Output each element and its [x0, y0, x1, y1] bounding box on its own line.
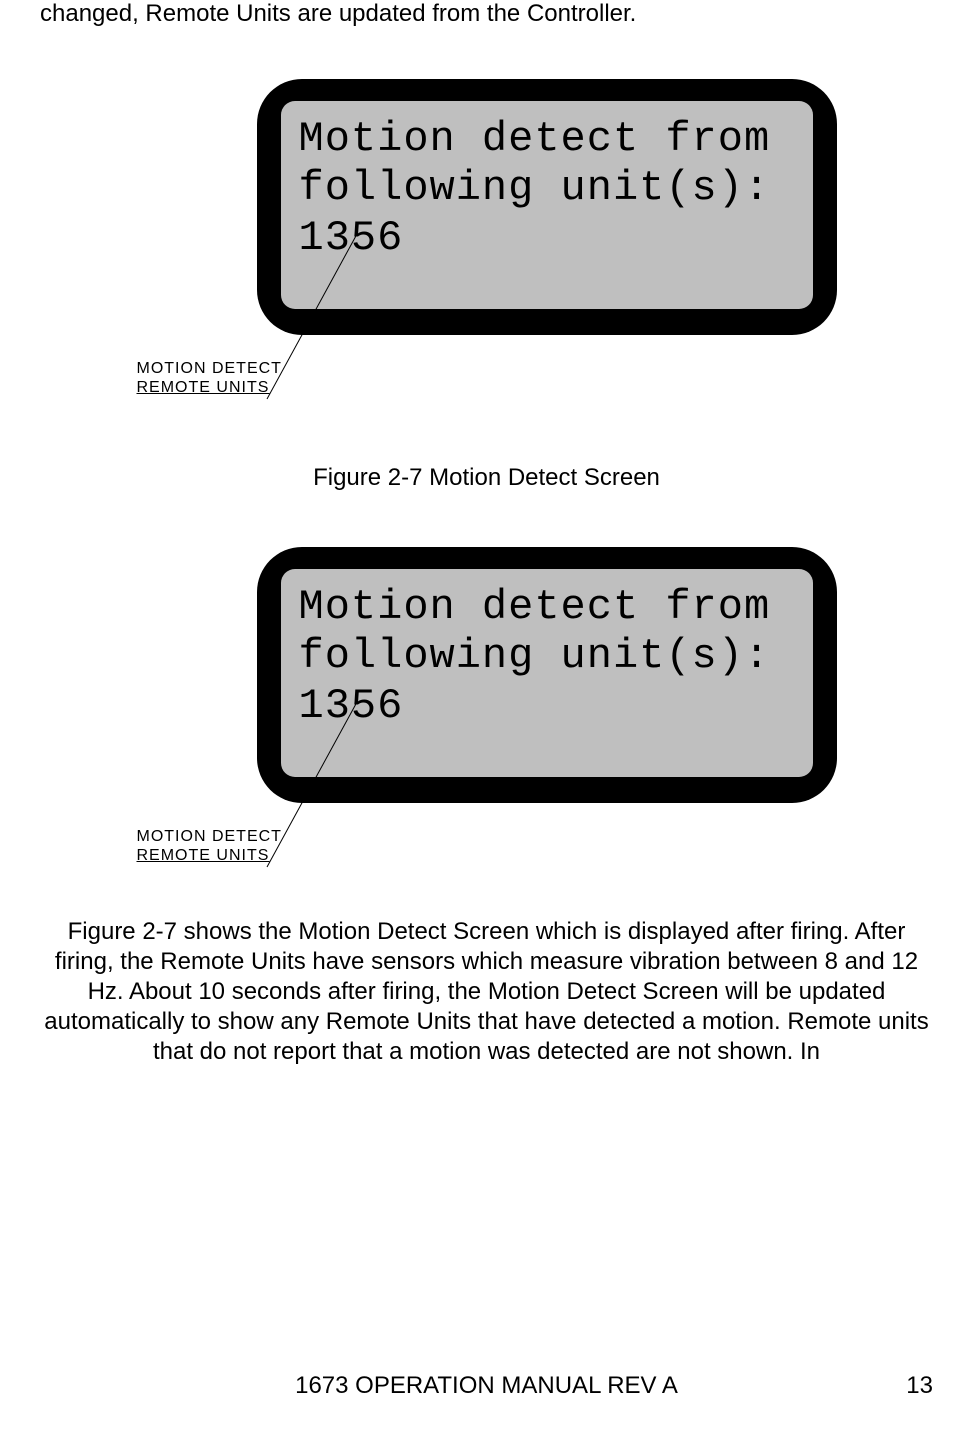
body-paragraph: Figure 2-7 shows the Motion Detect Scree…: [40, 917, 933, 1067]
annotation-line-1: MOTION DETECT: [137, 827, 282, 846]
lcd-line-3: 1356: [299, 682, 795, 732]
annotation-line-1: MOTION DETECT: [137, 359, 282, 378]
lcd-line-3: 1356: [299, 214, 795, 264]
annotation-line-2: REMOTE UNITS: [137, 378, 282, 397]
lcd-line-1: Motion detect from: [299, 583, 795, 633]
figure-2-7-top: Motion detect from following unit(s): 13…: [137, 79, 837, 429]
lcd-inner: Motion detect from following unit(s): 13…: [281, 101, 813, 309]
lcd-line-2: following unit(s):: [299, 632, 795, 682]
lcd-line-2: following unit(s):: [299, 164, 795, 214]
lcd-inner: Motion detect from following unit(s): 13…: [281, 569, 813, 777]
page-footer: 1673 OPERATION MANUAL REV A 13: [0, 1372, 973, 1400]
annotation-label: MOTION DETECT REMOTE UNITS: [137, 359, 282, 397]
annotation-label: MOTION DETECT REMOTE UNITS: [137, 827, 282, 865]
footer-doc-title: 1673 OPERATION MANUAL REV A: [100, 1372, 873, 1400]
lcd-line-1: Motion detect from: [299, 115, 795, 165]
annotation-line-2: REMOTE UNITS: [137, 846, 282, 865]
lcd-display: Motion detect from following unit(s): 13…: [257, 79, 837, 335]
page-number: 13: [873, 1372, 933, 1400]
top-text-fragment: changed, Remote Units are updated from t…: [40, 0, 933, 29]
lcd-display: Motion detect from following unit(s): 13…: [257, 547, 837, 803]
figure-2-7-bottom: Motion detect from following unit(s): 13…: [137, 547, 837, 887]
figure-caption: Figure 2-7 Motion Detect Screen: [40, 464, 933, 492]
